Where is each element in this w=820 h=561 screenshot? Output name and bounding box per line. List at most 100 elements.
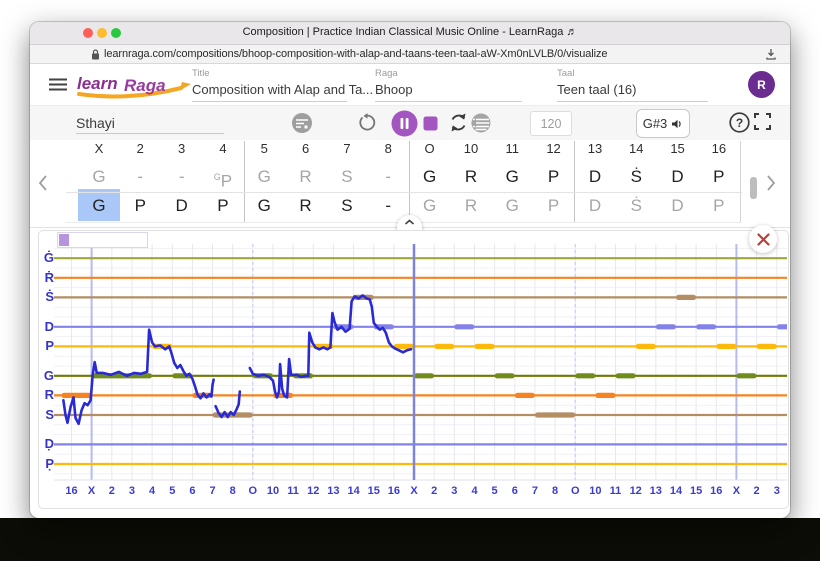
- taal-field-underline: [557, 101, 708, 102]
- beat-header: O: [409, 141, 450, 159]
- loop-icon[interactable]: [448, 112, 469, 133]
- help-icon[interactable]: ?: [729, 112, 750, 133]
- title-field[interactable]: Title Composition with Alap and Ta...: [192, 68, 347, 102]
- drone-icon[interactable]: [469, 112, 491, 134]
- playback-progress-fill: [59, 234, 69, 246]
- download-icon[interactable]: [765, 48, 777, 61]
- beat-header: 14: [616, 141, 657, 159]
- notation-cell[interactable]: G: [244, 163, 285, 191]
- notation-scrollbar[interactable]: [750, 177, 757, 199]
- notation-cell[interactable]: R: [285, 192, 326, 220]
- taal-field-label: Taal: [557, 68, 708, 79]
- notation-cell[interactable]: R: [285, 163, 326, 191]
- notation-cell[interactable]: G: [244, 192, 285, 220]
- beat-header: 11: [492, 141, 533, 159]
- notation-cell[interactable]: P: [698, 163, 739, 191]
- beat-header: 12: [533, 141, 574, 159]
- vibhag-divider: [409, 141, 410, 223]
- title-field-value[interactable]: Composition with Alap and Ta...: [192, 82, 347, 97]
- notation-cell[interactable]: D: [574, 192, 615, 220]
- beat-header: 10: [450, 141, 491, 159]
- close-icon: [757, 233, 770, 246]
- speaker-icon: [671, 118, 683, 130]
- learnraga-logo[interactable]: learn Raga: [75, 68, 195, 102]
- pitch-chart-panel: [38, 230, 789, 509]
- scroll-left-chevron[interactable]: [38, 174, 48, 192]
- vibhag-divider: [740, 141, 741, 223]
- notation-cell[interactable]: D: [657, 163, 698, 191]
- notation-cell[interactable]: -: [120, 163, 161, 191]
- notation-cell[interactable]: Ṡ: [616, 163, 657, 191]
- title-field-label: Title: [192, 68, 347, 79]
- raga-field-underline: [375, 101, 522, 102]
- tonic-label: G#3: [643, 116, 668, 131]
- notation-cell[interactable]: G: [492, 163, 533, 191]
- notation-grid: X2345678O10111213141516G--GPGRS-GRGPDṠDP…: [30, 140, 790, 227]
- beat-header: 3: [161, 141, 202, 159]
- playback-toolbar: Sthayi: [30, 105, 790, 142]
- taal-field[interactable]: Taal Teen taal (16): [557, 68, 708, 102]
- beat-header: 6: [285, 141, 326, 159]
- beat-header: 16: [698, 141, 739, 159]
- title-field-underline: [192, 101, 347, 102]
- raga-field-label: Raga: [375, 68, 522, 79]
- row-separator: [66, 192, 742, 193]
- raga-field-value[interactable]: Bhoop: [375, 82, 522, 97]
- vibhag-divider: [574, 141, 575, 223]
- screen: Composition | Practice Indian Classical …: [0, 0, 820, 561]
- raga-field[interactable]: Raga Bhoop: [375, 68, 522, 102]
- beat-header: 7: [326, 141, 367, 159]
- browser-window: Composition | Practice Indian Classical …: [30, 22, 790, 518]
- notation-cell[interactable]: -: [368, 163, 409, 191]
- playback-progress-bar[interactable]: [57, 232, 148, 248]
- notation-cell[interactable]: -: [161, 163, 202, 191]
- section-select[interactable]: Sthayi: [76, 115, 115, 131]
- notation-cell[interactable]: D: [574, 163, 615, 191]
- stop-button[interactable]: [423, 116, 438, 131]
- beat-header: 15: [657, 141, 698, 159]
- notation-cell[interactable]: P: [202, 192, 243, 220]
- beat-header: 2: [120, 141, 161, 159]
- fullscreen-icon[interactable]: [754, 113, 771, 130]
- notation-cell[interactable]: G: [78, 163, 119, 191]
- notation-cell[interactable]: G: [409, 163, 450, 191]
- browser-urlbar: learnraga.com/compositions/bhoop-composi…: [30, 45, 790, 64]
- beat-header: 4: [202, 141, 243, 159]
- notation-cell[interactable]: P: [533, 163, 574, 191]
- notation-cell[interactable]: S: [326, 163, 367, 191]
- window-title: Composition | Practice Indian Classical …: [30, 26, 790, 38]
- notation-cell[interactable]: S: [326, 192, 367, 220]
- notation-cell[interactable]: P: [120, 192, 161, 220]
- notation-cell[interactable]: P: [698, 192, 739, 220]
- beat-header: X: [78, 141, 119, 159]
- user-avatar[interactable]: R: [748, 71, 775, 98]
- tonic-button[interactable]: G#3: [636, 109, 690, 138]
- taal-pattern-icon[interactable]: [291, 112, 313, 134]
- section-select-underline: [76, 133, 224, 134]
- desktop-background: [0, 518, 820, 561]
- notation-cell[interactable]: GP: [202, 163, 243, 191]
- app-header: learn Raga Title Composition with Alap a…: [30, 64, 790, 105]
- notation-cell[interactable]: D: [657, 192, 698, 220]
- beat-header: 13: [574, 141, 615, 159]
- notation-cell[interactable]: R: [450, 192, 491, 220]
- notation-cell[interactable]: P: [533, 192, 574, 220]
- notation-cell[interactable]: R: [450, 163, 491, 191]
- notation-cell[interactable]: G: [492, 192, 533, 220]
- tempo-input[interactable]: 120: [530, 111, 572, 136]
- taal-field-value[interactable]: Teen taal (16): [557, 82, 708, 97]
- url-text[interactable]: learnraga.com/compositions/bhoop-composi…: [104, 48, 607, 60]
- close-visualizer-button[interactable]: [749, 225, 777, 253]
- notation-cell[interactable]: D: [161, 192, 202, 220]
- logo-text-raga: Raga: [124, 76, 166, 95]
- beat-header: 5: [244, 141, 285, 159]
- notation-cell[interactable]: Ṡ: [616, 192, 657, 220]
- scroll-right-chevron[interactable]: [766, 174, 776, 192]
- reset-icon[interactable]: [357, 113, 377, 133]
- notation-cell[interactable]: G: [78, 192, 119, 220]
- vibhag-divider: [244, 141, 245, 223]
- pause-button[interactable]: [391, 110, 418, 137]
- beat-header: 8: [368, 141, 409, 159]
- menu-icon[interactable]: [49, 78, 67, 91]
- logo-text-learn: learn: [77, 74, 118, 93]
